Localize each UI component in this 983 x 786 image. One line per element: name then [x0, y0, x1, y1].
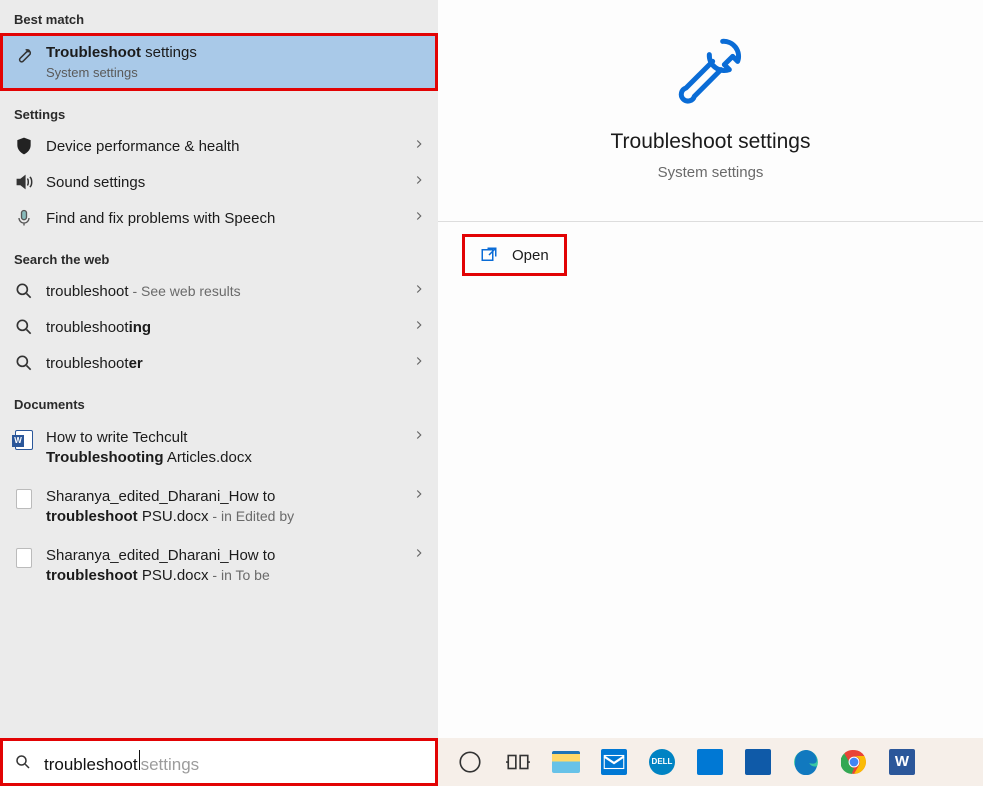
detail-column: Troubleshoot settings System settings Op… [438, 0, 983, 738]
open-label: Open [512, 247, 549, 264]
app-tile-2-icon[interactable] [734, 738, 782, 786]
search-icon [14, 317, 34, 337]
search-icon [14, 353, 34, 373]
section-settings: Settings [0, 101, 438, 128]
cortana-icon[interactable] [446, 738, 494, 786]
speaker-icon [14, 172, 34, 192]
settings-item-device-health[interactable]: Device performance & health [0, 128, 438, 164]
section-web: Search the web [0, 246, 438, 273]
search-icon [14, 753, 32, 771]
search-icon [14, 281, 34, 301]
search-bar[interactable]: troubleshoot settings [0, 738, 438, 786]
search-panel: Best match Troubleshoot settings System … [0, 0, 983, 738]
chevron-right-icon [412, 546, 426, 565]
chevron-right-icon [412, 487, 426, 506]
chevron-right-icon [412, 354, 426, 373]
task-view-icon[interactable] [494, 738, 542, 786]
best-match-result[interactable]: Troubleshoot settings System settings [0, 33, 438, 91]
word-doc-icon: W [14, 430, 34, 450]
chrome-icon[interactable] [830, 738, 878, 786]
web-item-troubleshoot[interactable]: troubleshoot - See web results [0, 273, 438, 309]
wrench-icon [671, 28, 751, 108]
open-icon [480, 246, 498, 264]
results-column: Best match Troubleshoot settings System … [0, 0, 438, 738]
chevron-right-icon [412, 318, 426, 337]
chevron-right-icon [412, 428, 426, 447]
chevron-right-icon [412, 137, 426, 156]
word-icon[interactable]: W [878, 738, 926, 786]
best-match-label: Troubleshoot settings System settings [46, 43, 426, 81]
doc-item-3[interactable]: Sharanya_edited_Dharani_How to troublesh… [0, 536, 438, 595]
settings-item-sound[interactable]: Sound settings [0, 164, 438, 200]
edge-icon[interactable] [782, 738, 830, 786]
divider [438, 221, 983, 222]
chevron-right-icon [412, 173, 426, 192]
detail-title: Troubleshoot settings [610, 130, 810, 154]
wrench-icon [14, 45, 34, 65]
mic-icon [14, 208, 34, 228]
settings-item-speech[interactable]: Find and fix problems with Speech [0, 200, 438, 236]
file-icon [14, 548, 34, 568]
open-button[interactable]: Open [462, 234, 567, 276]
file-icon [14, 489, 34, 509]
detail-subtitle: System settings [658, 164, 764, 181]
web-item-troubleshooter[interactable]: troubleshooter [0, 345, 438, 381]
chevron-right-icon [412, 282, 426, 301]
section-best-match: Best match [0, 6, 438, 33]
detail-hero: Troubleshoot settings System settings [438, 0, 983, 221]
explorer-icon[interactable] [542, 738, 590, 786]
app-tile-1-icon[interactable] [686, 738, 734, 786]
chevron-right-icon [412, 209, 426, 228]
doc-item-2[interactable]: Sharanya_edited_Dharani_How to troublesh… [0, 477, 438, 536]
section-documents: Documents [0, 391, 438, 418]
doc-item-1[interactable]: W How to write Techcult Troubleshooting … [0, 418, 438, 477]
mail-icon[interactable] [590, 738, 638, 786]
shield-icon [14, 136, 34, 156]
web-item-troubleshooting[interactable]: troubleshooting [0, 309, 438, 345]
taskbar: DELL W [438, 738, 983, 786]
dell-icon[interactable]: DELL [638, 738, 686, 786]
